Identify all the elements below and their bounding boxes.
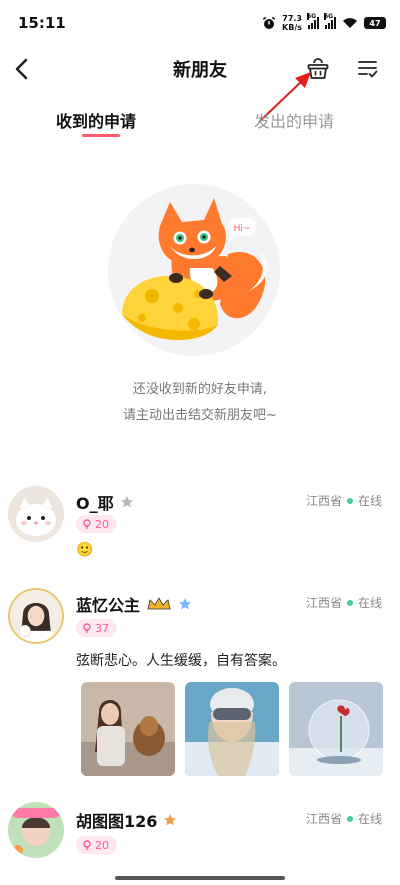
friend-request-item[interactable]: O_耶 江西省 在线 20 🙂: [0, 484, 400, 574]
hi-bubble-text: Hi~: [234, 224, 251, 234]
photo-thumbnail[interactable]: [185, 682, 279, 776]
level-badge-icon: [179, 598, 192, 610]
avatar[interactable]: [8, 588, 64, 644]
location-status: 江西省 在线: [306, 594, 382, 611]
level-star-icon: [120, 496, 133, 508]
tab-sent[interactable]: 发出的申请: [254, 108, 334, 132]
photo-thumbnail[interactable]: [289, 682, 383, 776]
username-row: 蓝忆公主: [76, 592, 192, 616]
online-dot: [346, 497, 353, 504]
online-dot: [346, 815, 353, 822]
username: 胡图图126: [76, 812, 158, 831]
online-status: 在线: [357, 494, 382, 508]
username: 蓝忆公主: [76, 596, 141, 615]
cartoon-avatar-image: [8, 802, 64, 858]
signal-tag: 5G: [324, 13, 334, 20]
girl-avatar-image: [10, 590, 62, 642]
friend-request-item[interactable]: 胡图图126 江西省 在线 20: [0, 800, 400, 876]
status-time: 15:11: [18, 14, 66, 32]
photo-girl-snow: [185, 682, 279, 776]
female-icon: [83, 519, 91, 529]
location: 江西省: [305, 812, 342, 826]
female-icon: [83, 840, 91, 850]
wifi-icon: [343, 18, 357, 28]
online-dot: [346, 599, 353, 606]
signal-icon: 5G: [324, 13, 336, 29]
alarm-icon: [262, 16, 276, 29]
net-speed: 77.3 KB/s: [282, 14, 302, 32]
tab-received[interactable]: 收到的申请: [56, 108, 136, 132]
status-bar: 15:11 77.3 KB/s 5G 5G 47: [0, 0, 400, 46]
photo-girl-dog: [81, 682, 175, 776]
photo-thumbnail[interactable]: [81, 682, 175, 776]
photo-rose-globe: [289, 682, 383, 776]
fox-cheese-illustration: Hi~: [108, 184, 280, 356]
battery-icon: 47: [364, 17, 386, 29]
signal-icon: 5G: [307, 13, 319, 29]
net-speed-unit: KB/s: [282, 23, 302, 32]
status-icons: 77.3 KB/s 5G 5G 47: [262, 13, 386, 32]
active-tab-indicator: [82, 134, 120, 137]
user-bio: 🙂: [76, 542, 94, 558]
battery-level: 47: [369, 18, 381, 28]
crown-icon: [147, 597, 171, 610]
avatar[interactable]: [8, 486, 64, 542]
location: 江西省: [305, 494, 342, 508]
location: 江西省: [305, 596, 342, 610]
gender-age-badge: 37: [76, 619, 117, 637]
avatar[interactable]: [8, 802, 64, 858]
online-status: 在线: [357, 596, 382, 610]
location-status: 江西省 在线: [306, 810, 382, 827]
female-icon: [83, 623, 91, 633]
badge-value: 20: [95, 838, 109, 852]
net-speed-value: 77.3: [282, 14, 302, 23]
location-status: 江西省 在线: [306, 492, 382, 509]
empty-message-line2: 请主动出击结交新朋友吧~: [123, 408, 277, 423]
gender-age-badge: 20: [76, 836, 117, 854]
badge-value: 37: [95, 621, 109, 635]
username-row: 胡图图126: [76, 808, 177, 832]
nav-header: 新朋友: [0, 46, 400, 94]
user-bio: 弦断悲心。人生缓缓，自有答案。: [76, 653, 286, 669]
menu-check-icon[interactable]: [355, 56, 381, 82]
signal-tag: 5G: [307, 13, 317, 20]
level-star-icon: [164, 814, 177, 826]
badge-value: 20: [95, 517, 109, 531]
cat-avatar-image: [8, 486, 64, 542]
home-indicator[interactable]: [115, 876, 285, 880]
username-row: O_耶: [76, 490, 134, 514]
gender-age-badge: 20: [76, 515, 117, 533]
online-status: 在线: [357, 812, 382, 826]
page-title: 新朋友: [173, 60, 227, 81]
username: O_耶: [76, 494, 114, 513]
empty-message-line1: 还没收到新的好友申请,: [132, 382, 268, 397]
